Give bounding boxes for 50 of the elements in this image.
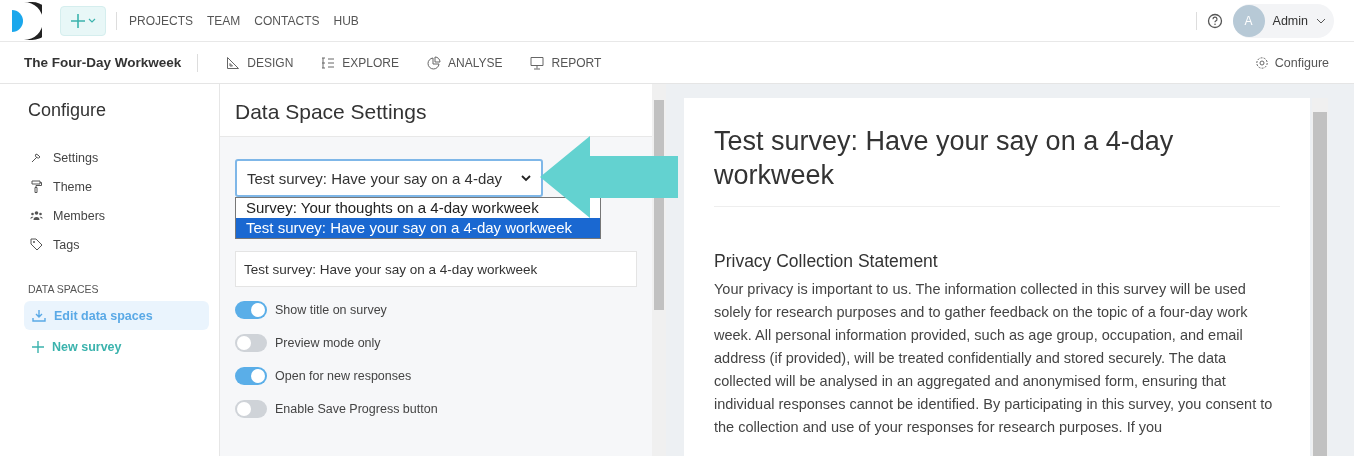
project-tab[interactable]: REPORT: [530, 55, 602, 70]
people-icon: [30, 209, 43, 222]
panel-title: Data Space Settings: [220, 84, 652, 136]
monitor-icon: [530, 55, 545, 70]
settings-icon: [1254, 55, 1269, 70]
toggle-switch[interactable]: [235, 366, 267, 385]
section-label: DATA SPACES: [28, 283, 100, 295]
survey-title: Test survey: Have your say on a 4-day workweek: [714, 125, 1175, 192]
sidebar-item[interactable]: Theme: [24, 172, 209, 201]
chevron-down-icon: [1316, 16, 1326, 25]
toggle-label: Enable Save Progress button: [275, 401, 438, 416]
toggle-switch[interactable]: [235, 333, 267, 352]
nav-link[interactable]: PROJECTS: [129, 13, 193, 28]
toggle-label: Open for new responses: [275, 368, 412, 383]
section-heading: Privacy Collection Statement: [714, 251, 939, 272]
toggle-label: Preview mode only: [275, 335, 381, 350]
avatar: A: [1232, 4, 1265, 37]
plus-icon: [32, 340, 44, 353]
paint-roller-icon: [30, 180, 43, 193]
sidebar-item[interactable]: Members: [24, 201, 209, 230]
survey-name-field[interactable]: Test survey: Have your say on a 4-day workweek: [235, 251, 637, 287]
add-button[interactable]: [60, 5, 106, 36]
help-icon[interactable]: [1206, 12, 1223, 29]
configure-link[interactable]: Configure: [1254, 55, 1329, 70]
toggle-switch[interactable]: [235, 300, 267, 319]
toggle-label: Show title on survey: [275, 302, 387, 317]
plus-icon: [70, 12, 96, 29]
nav-link[interactable]: HUB: [333, 13, 359, 28]
logo: [12, 1, 42, 40]
tag-icon: [30, 238, 43, 251]
project-title: The Four-Day Workweek: [24, 55, 182, 70]
dropdown-option[interactable]: Survey: Your thoughts on a 4-day workweek: [236, 198, 600, 218]
sidebar-title: Configure: [28, 100, 108, 121]
wrench-icon: [30, 151, 43, 164]
list-icon: [321, 55, 336, 70]
survey-select[interactable]: Test survey: Have your say on a 4-day: [235, 159, 543, 197]
dropdown-option[interactable]: Test survey: Have your say on a 4-day workweek: [236, 218, 600, 238]
privacy-paragraph: Your privacy is important to us. The information collected in this survey will be used solely for research purposes and to gather feedback on the topic of a four-day work week. All personal information provided, such as age group, occupation, and email address (if provided), will be treated confidentially and stored securely. The data collected will be analysed in an aggregated and anonymised form, ensuring that individual responses cannot be identified. By participating in this survey, you consent to the collection and use of your responses for research purposes. If you: [714, 280, 1274, 437]
nav-link[interactable]: TEAM: [207, 13, 241, 28]
toggle-switch[interactable]: [235, 399, 267, 418]
project-tab[interactable]: DESIGN: [226, 55, 294, 70]
project-tab[interactable]: ANALYSE: [427, 55, 503, 70]
download-icon: [32, 308, 46, 323]
pie-chart-icon: [427, 55, 441, 70]
user-menu[interactable]: A Admin: [1232, 3, 1334, 38]
chevron-down-icon: [521, 174, 531, 182]
nav-link[interactable]: CONTACTS: [254, 13, 320, 28]
sidebar-item[interactable]: Tags: [24, 230, 209, 259]
project-tab[interactable]: EXPLORE: [321, 55, 399, 70]
sidebar-item[interactable]: Settings: [24, 143, 209, 172]
